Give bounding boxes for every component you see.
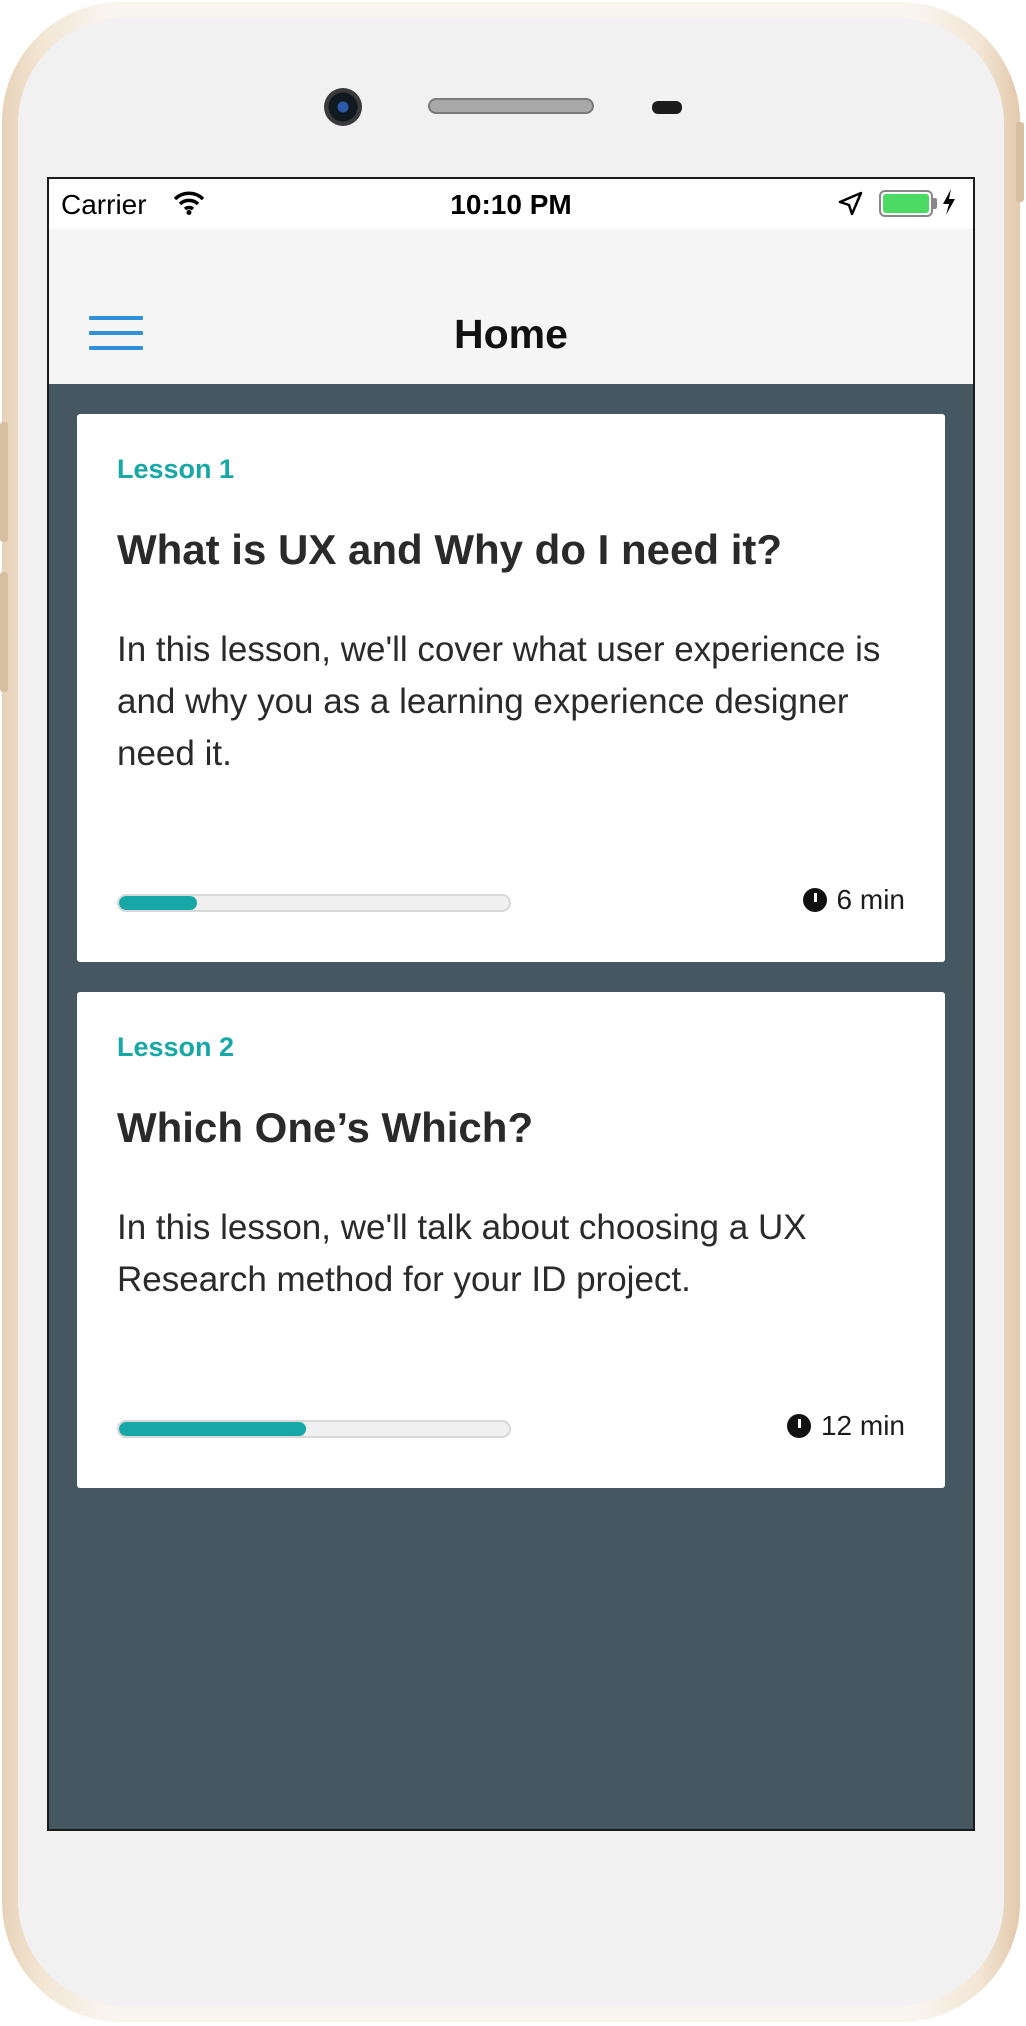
battery-tip bbox=[933, 198, 937, 209]
screen: Carrier 10:10 PM Home Lesson 1 What is U… bbox=[47, 177, 975, 1831]
status-time: 10:10 PM bbox=[450, 189, 572, 220]
lesson-progress-bar bbox=[117, 894, 511, 912]
lesson-description: In this lesson, we'll cover what user ex… bbox=[117, 630, 881, 773]
lesson-title: What is UX and Why do I need it? bbox=[117, 526, 783, 573]
battery-icon bbox=[879, 190, 933, 217]
charging-bolt-icon bbox=[943, 189, 955, 215]
lesson-number: Lesson 2 bbox=[117, 1032, 235, 1062]
battery-level bbox=[883, 194, 929, 213]
page-title: Home bbox=[454, 311, 568, 357]
duration-label: 12 min bbox=[820, 1410, 905, 1441]
side-button bbox=[0, 422, 8, 542]
side-button bbox=[1016, 122, 1024, 202]
earpiece-speaker bbox=[428, 98, 594, 114]
lesson-duration: 12 min bbox=[786, 1410, 905, 1442]
lesson-progress-fill bbox=[119, 1422, 307, 1436]
navigation-bar: Home bbox=[49, 229, 973, 384]
lesson-description: In this lesson, we'll talk about choosin… bbox=[117, 1208, 807, 1299]
location-arrow-icon bbox=[838, 191, 863, 216]
duration-label: 6 min bbox=[836, 884, 905, 915]
side-button bbox=[0, 572, 8, 692]
proximity-sensor bbox=[652, 101, 682, 114]
front-camera-icon bbox=[324, 88, 362, 126]
clock-icon bbox=[786, 1414, 811, 1438]
lesson-progress-fill bbox=[119, 896, 197, 910]
lesson-card[interactable]: Lesson 2 Which One’s Which? In this less… bbox=[77, 992, 945, 1488]
lesson-progress-bar bbox=[117, 1420, 511, 1438]
lesson-card[interactable]: Lesson 1 What is UX and Why do I need it… bbox=[77, 414, 945, 962]
lesson-number: Lesson 1 bbox=[117, 454, 235, 484]
clock-icon bbox=[802, 888, 827, 912]
lesson-title: Which One’s Which? bbox=[117, 1104, 534, 1151]
lesson-duration: 6 min bbox=[802, 884, 905, 916]
status-bar: Carrier 10:10 PM bbox=[49, 179, 973, 229]
